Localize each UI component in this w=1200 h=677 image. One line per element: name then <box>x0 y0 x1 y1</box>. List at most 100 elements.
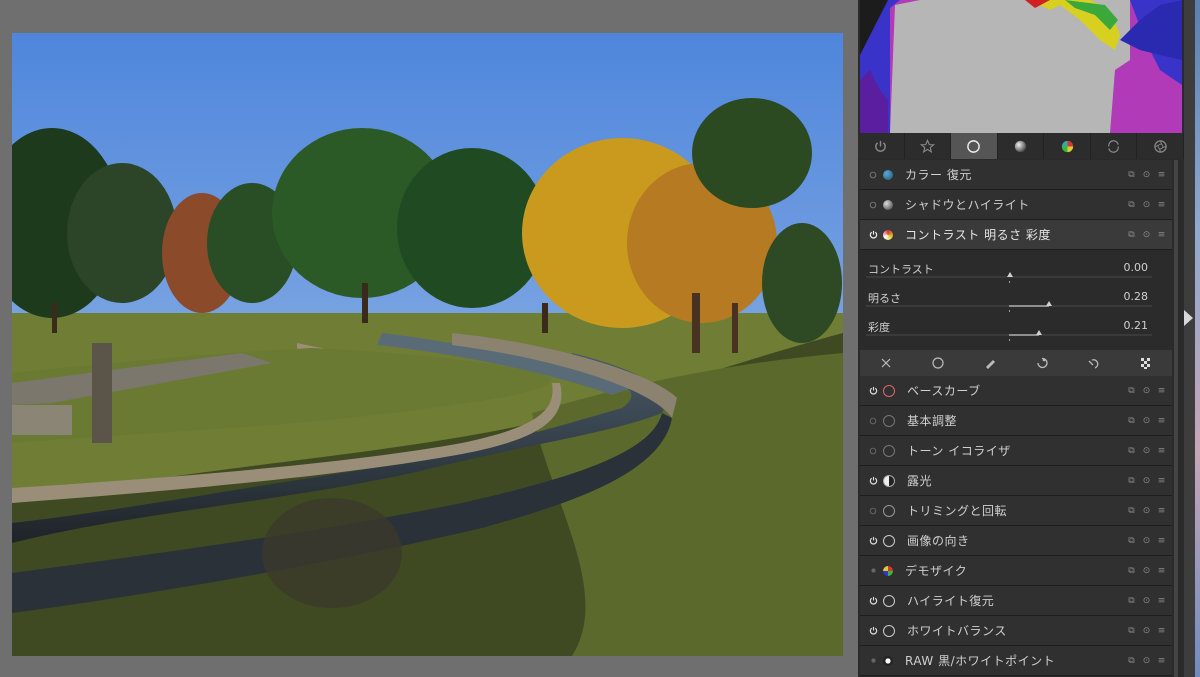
instance-icon[interactable]: ⧉ <box>1127 200 1136 210</box>
module-color-restore[interactable]: カラー 復元 ⧉ ⊙ ≡ <box>860 160 1172 190</box>
slider-contrast[interactable]: コントラスト 0.00 <box>866 256 1166 284</box>
reset-icon[interactable]: ⊙ <box>1142 386 1151 396</box>
module-shadow-highlight[interactable]: シャドウとハイライト ⧉ ⊙ ≡ <box>860 190 1172 220</box>
reset-icon[interactable]: ⊙ <box>1142 200 1151 210</box>
reset-icon[interactable]: ⊙ <box>1142 476 1151 486</box>
module-highlight-restore[interactable]: ハイライト復元 ⧉ ⊙ ≡ <box>860 586 1172 616</box>
module-crop-rotate[interactable]: トリミングと回転 ⧉ ⊙ ≡ <box>860 496 1172 526</box>
module-exposure[interactable]: 露光 ⧉ ⊙ ≡ <box>860 466 1172 496</box>
menu-icon[interactable]: ≡ <box>1157 170 1166 180</box>
histogram[interactable] <box>860 0 1182 133</box>
image-preview[interactable] <box>12 33 843 656</box>
module-toggle-off-icon[interactable] <box>868 506 878 516</box>
reset-icon[interactable]: ⊙ <box>1142 446 1151 456</box>
tab-color[interactable] <box>1044 133 1091 159</box>
slider-value: 0.21 <box>1123 319 1149 332</box>
menu-icon[interactable]: ≡ <box>1157 596 1166 606</box>
reset-icon[interactable]: ⊙ <box>1142 566 1151 576</box>
tab-correct[interactable] <box>1091 133 1138 159</box>
blend-parametric-icon[interactable] <box>1035 356 1049 370</box>
instance-icon[interactable]: ⧉ <box>1127 230 1136 240</box>
exposure-icon <box>883 474 895 487</box>
module-toggle-on-icon[interactable] <box>868 386 878 396</box>
instance-icon[interactable]: ⧉ <box>1127 170 1136 180</box>
tab-tone[interactable] <box>998 133 1045 159</box>
instance-icon[interactable]: ⧉ <box>1127 476 1136 486</box>
panel-scrollbar[interactable] <box>1174 160 1178 677</box>
module-toggle-off-icon[interactable] <box>868 416 878 426</box>
reset-icon[interactable]: ⊙ <box>1142 596 1151 606</box>
slider-default-tick <box>1009 339 1010 341</box>
instance-icon[interactable]: ⧉ <box>1127 656 1136 666</box>
menu-icon[interactable]: ≡ <box>1157 656 1166 666</box>
instance-icon[interactable]: ⧉ <box>1127 446 1136 456</box>
blend-raster-icon[interactable] <box>1139 356 1153 370</box>
slider-handle[interactable] <box>1036 330 1042 335</box>
tab-favorites[interactable] <box>905 133 952 159</box>
slider-handle[interactable] <box>1046 301 1052 306</box>
white-balance-icon <box>883 624 895 637</box>
reset-icon[interactable]: ⊙ <box>1142 230 1151 240</box>
module-tone-equalizer[interactable]: トーン イコライザ ⧉ ⊙ ≡ <box>860 436 1172 466</box>
module-toggle-always-on-icon <box>868 656 878 666</box>
module-toggle-on-icon[interactable] <box>868 536 878 546</box>
reset-icon[interactable]: ⊙ <box>1142 536 1151 546</box>
instance-icon[interactable]: ⧉ <box>1127 566 1136 576</box>
menu-icon[interactable]: ≡ <box>1157 416 1166 426</box>
module-toggle-off-icon[interactable] <box>868 200 878 210</box>
module-toggle-on-icon[interactable] <box>868 626 878 636</box>
module-base-curve[interactable]: ベースカーブ ⧉ ⊙ ≡ <box>860 376 1172 406</box>
slider-label: コントラスト <box>868 263 934 276</box>
module-label: シャドウとハイライト <box>905 198 1030 212</box>
module-toggle-on-icon[interactable] <box>868 596 878 606</box>
module-raw-black-white-point[interactable]: RAW 黒/ホワイトポイント ⧉ ⊙ ≡ <box>860 646 1172 676</box>
menu-icon[interactable]: ≡ <box>1157 476 1166 486</box>
menu-icon[interactable]: ≡ <box>1157 506 1166 516</box>
color-circle-icon <box>1061 140 1073 152</box>
instance-icon[interactable]: ⧉ <box>1127 506 1136 516</box>
menu-icon[interactable]: ≡ <box>1157 230 1166 240</box>
blend-uniform-icon[interactable] <box>931 356 945 370</box>
slider-default-tick <box>1009 310 1010 312</box>
menu-icon[interactable]: ≡ <box>1157 200 1166 210</box>
tab-base[interactable] <box>951 133 998 159</box>
module-demosaic[interactable]: デモザイク ⧉ ⊙ ≡ <box>860 556 1172 586</box>
module-toggle-off-icon[interactable] <box>868 446 878 456</box>
collapse-panel-arrow-icon[interactable] <box>1184 310 1193 326</box>
reset-icon[interactable]: ⊙ <box>1142 656 1151 666</box>
module-toggle-on-icon[interactable] <box>868 476 878 486</box>
instance-icon[interactable]: ⧉ <box>1127 386 1136 396</box>
menu-icon[interactable]: ≡ <box>1157 536 1166 546</box>
color-restore-icon <box>883 169 893 180</box>
module-label: 基本調整 <box>907 414 958 428</box>
reset-icon[interactable]: ⊙ <box>1142 506 1151 516</box>
slider-fill <box>1009 334 1039 336</box>
module-toggle-on-icon[interactable] <box>868 230 878 240</box>
instance-icon[interactable]: ⧉ <box>1127 416 1136 426</box>
blend-off-icon[interactable] <box>879 356 893 370</box>
module-orientation[interactable]: 画像の向き ⧉ ⊙ ≡ <box>860 526 1172 556</box>
module-contrast-brightness-saturation[interactable]: コントラスト 明るさ 彩度 ⧉ ⊙ ≡ <box>860 220 1172 250</box>
reset-icon[interactable]: ⊙ <box>1142 170 1151 180</box>
tab-effect[interactable] <box>1137 133 1185 159</box>
instance-icon[interactable]: ⧉ <box>1127 596 1136 606</box>
desktop-edge <box>1195 0 1200 677</box>
tab-active-modules[interactable] <box>858 133 905 159</box>
slider-brightness[interactable]: 明るさ 0.28 <box>866 285 1166 313</box>
module-white-balance[interactable]: ホワイトバランス ⧉ ⊙ ≡ <box>860 616 1172 646</box>
module-toggle-off-icon[interactable] <box>868 170 878 180</box>
menu-icon[interactable]: ≡ <box>1157 386 1166 396</box>
instance-icon[interactable]: ⧉ <box>1127 536 1136 546</box>
reset-icon[interactable]: ⊙ <box>1142 416 1151 426</box>
blend-drawn-icon[interactable] <box>983 356 997 370</box>
reset-icon[interactable]: ⊙ <box>1142 626 1151 636</box>
blend-drawn-parametric-icon[interactable] <box>1087 356 1101 370</box>
circle-icon <box>967 139 981 153</box>
menu-icon[interactable]: ≡ <box>1157 446 1166 456</box>
slider-saturation[interactable]: 彩度 0.21 <box>866 314 1166 342</box>
slider-handle[interactable] <box>1007 272 1013 277</box>
menu-icon[interactable]: ≡ <box>1157 626 1166 636</box>
menu-icon[interactable]: ≡ <box>1157 566 1166 576</box>
instance-icon[interactable]: ⧉ <box>1127 626 1136 636</box>
module-basic-adjust[interactable]: 基本調整 ⧉ ⊙ ≡ <box>860 406 1172 436</box>
